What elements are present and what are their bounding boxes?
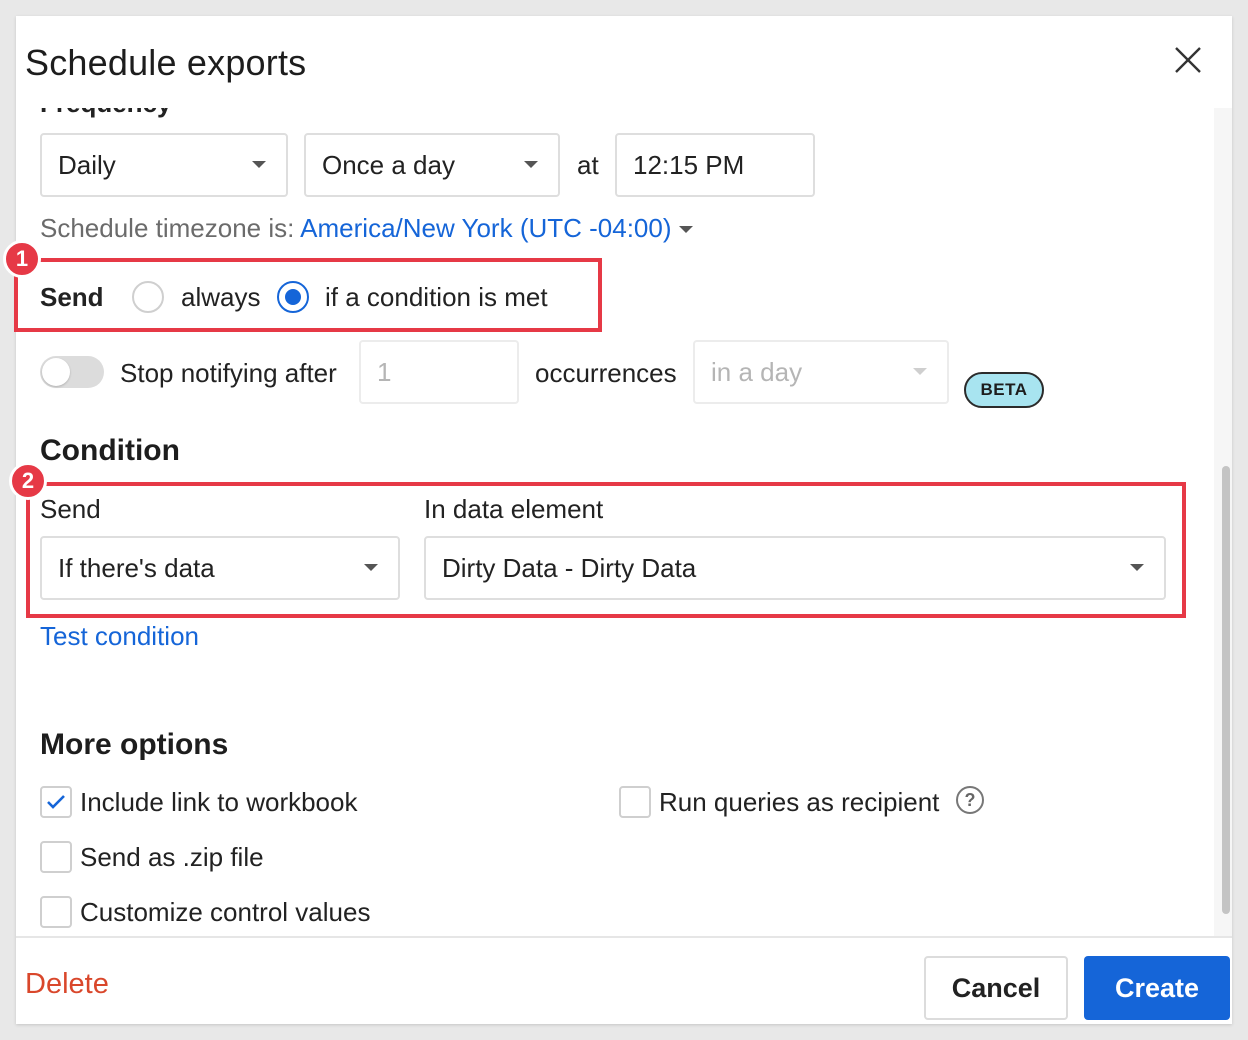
more-options-heading: More options (40, 728, 229, 761)
send-condition-radio[interactable] (277, 281, 309, 313)
delete-button[interactable]: Delete (25, 968, 109, 1001)
test-condition-link[interactable]: Test condition (40, 621, 199, 652)
zip-checkbox[interactable] (40, 841, 72, 873)
times-select[interactable]: Once a day (304, 133, 560, 197)
cancel-button[interactable]: Cancel (924, 956, 1068, 1020)
send-label: Send (40, 282, 104, 312)
include-link-checkbox[interactable] (40, 786, 72, 818)
beta-badge: BETA (964, 372, 1044, 408)
annotation-badge-2: 2 (9, 462, 47, 500)
timezone-link[interactable]: America/New York (UTC -04:00) (300, 213, 671, 243)
close-button[interactable] (1172, 44, 1204, 76)
run-as-recipient-label[interactable]: Run queries as recipient (659, 787, 939, 818)
occurrence-window-value: in a day (711, 356, 803, 387)
occurrence-count-input[interactable] (359, 340, 519, 404)
annotation-badge-1: 1 (3, 240, 41, 278)
send-always-radio[interactable] (132, 281, 164, 313)
run-as-recipient-checkbox[interactable] (619, 786, 651, 818)
send-condition-label[interactable]: if a condition is met (325, 282, 548, 313)
checkmark-icon (47, 795, 65, 809)
customize-controls-checkbox[interactable] (40, 896, 72, 928)
data-element-select[interactable]: Dirty Data - Dirty Data (424, 536, 1166, 600)
chevron-down-icon (252, 161, 266, 168)
dialog-title: Schedule exports (25, 42, 307, 83)
chevron-down-icon (1130, 564, 1144, 571)
condition-send-select[interactable]: If there's data (40, 536, 400, 600)
schedule-exports-dialog: Schedule exports Frequency Daily Once a … (16, 16, 1232, 1024)
send-always-label[interactable]: always (181, 282, 260, 313)
occurrences-label: occurrences (535, 358, 677, 388)
chevron-down-icon (913, 368, 927, 375)
timezone-row: Schedule timezone is: America/New York (… (40, 213, 672, 244)
times-value: Once a day (322, 149, 455, 180)
dialog-footer: Delete Cancel Create (16, 936, 1232, 1024)
dialog-body[interactable]: Frequency Daily Once a day at Schedule t… (16, 108, 1214, 936)
time-input[interactable] (615, 133, 815, 197)
period-select[interactable]: Daily (40, 133, 288, 197)
chevron-down-icon (364, 564, 378, 571)
include-link-label[interactable]: Include link to workbook (80, 787, 357, 818)
chevron-down-icon[interactable] (679, 226, 693, 233)
data-element-value: Dirty Data - Dirty Data (442, 552, 697, 583)
occurrence-window-select[interactable]: in a day (693, 340, 949, 404)
condition-send-label: Send (40, 494, 101, 524)
customize-controls-label[interactable]: Customize control values (80, 897, 370, 928)
frequency-heading: Frequency (40, 108, 172, 119)
chevron-down-icon (524, 161, 538, 168)
help-icon[interactable]: ? (956, 786, 984, 814)
create-button[interactable]: Create (1084, 956, 1230, 1020)
timezone-label: Schedule timezone is: (40, 213, 295, 243)
stop-notifying-label: Stop notifying after (120, 358, 337, 388)
stop-notifying-toggle[interactable] (40, 356, 104, 388)
condition-heading: Condition (40, 434, 180, 467)
period-value: Daily (58, 149, 116, 180)
zip-label[interactable]: Send as .zip file (80, 842, 264, 873)
at-label: at (577, 150, 599, 180)
close-icon (1175, 47, 1201, 73)
condition-send-value: If there's data (58, 552, 215, 583)
scrollbar-thumb[interactable] (1222, 466, 1230, 914)
condition-element-label: In data element (424, 494, 604, 524)
